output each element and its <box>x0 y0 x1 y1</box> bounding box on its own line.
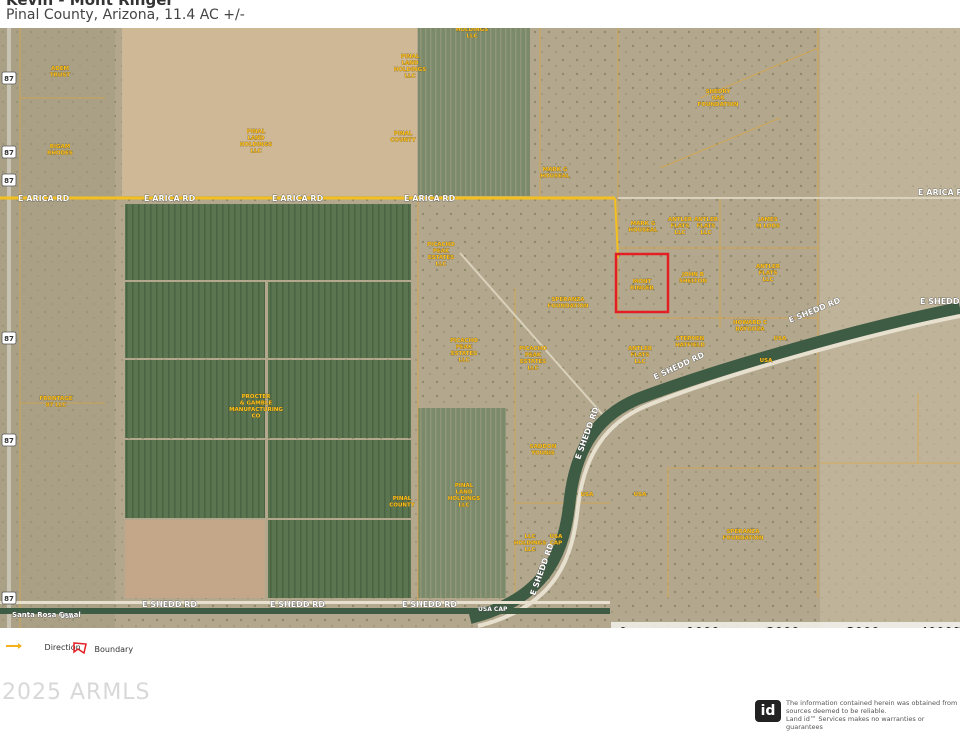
road-label-shedd-right: E SHEDD RD <box>920 297 960 306</box>
parcel-owner-label: USA CAP <box>550 534 563 547</box>
road-label-shedd-2: E SHEDD RD <box>270 600 325 609</box>
map-svg: E ARICA RD E ARICA RD E ARICA RD E ARICA… <box>0 28 960 628</box>
hwy-87-shield-4: 87 <box>1 331 17 345</box>
svg-text:87: 87 <box>4 149 14 157</box>
bare-field-north <box>122 28 417 196</box>
desert-strip-west <box>0 28 115 628</box>
parcel-owner-label: MARK G HOUSEAL <box>628 221 658 234</box>
hwy-87-shield-3: 87 <box>1 173 17 187</box>
subject-label: MONT RINGER <box>630 279 655 292</box>
parcel-owner-label: MARK G HOUSEAL <box>540 167 570 180</box>
land-id-logo-icon: id <box>755 700 781 722</box>
parcel-owner-label: USA <box>581 492 594 498</box>
parcel-owner-label: USA <box>760 358 773 364</box>
parcel-owner-label: JOHN B SHELTON <box>679 272 707 285</box>
field-north-strips <box>418 28 530 196</box>
legend-boundary: Boundary <box>72 642 133 656</box>
svg-text:87: 87 <box>4 177 14 185</box>
map-view[interactable]: E ARICA RD E ARICA RD E ARICA RD E ARICA… <box>0 28 960 628</box>
header: Kevin - Mont Ringer Pinal County, Arizon… <box>0 0 960 28</box>
parcel-owner-label: ADEM TRUST <box>50 66 70 79</box>
legend-direction: Direction <box>6 642 81 652</box>
svg-text:87: 87 <box>4 595 14 603</box>
road-label-arica-5: E ARICA RD <box>918 188 960 197</box>
svg-text:87: 87 <box>4 437 14 445</box>
parcel-owner-label: BIGAM RHODES <box>47 144 73 157</box>
road-label-shedd-3: E SHEDD RD <box>402 600 457 609</box>
disclaimer: The information contained herein was obt… <box>786 699 958 731</box>
parcel-owner-label: SPERANZA FOUNDATION <box>548 297 589 310</box>
direction-arrow-icon <box>6 642 22 652</box>
legend-boundary-label: Boundary <box>94 644 134 654</box>
hwy-87-shield-6: 87 <box>1 591 17 605</box>
canal-usa-cap-label: USA CAP <box>478 606 508 613</box>
parcel-owner-label: USA <box>774 336 787 342</box>
armls-watermark: 2025 ARMLS <box>2 680 151 705</box>
road-label-arica-2: E ARICA RD <box>144 194 196 203</box>
svg-text:87: 87 <box>4 335 14 343</box>
parcel-owner-label: SADDON YOUNIS <box>530 444 557 457</box>
hwy-87-shield-2: 87 <box>1 145 17 159</box>
parcel-owner-label: SPERANZA FOUNDATION <box>723 529 764 542</box>
svg-text:87: 87 <box>4 75 14 83</box>
parcel-owner-label: USA <box>634 492 647 498</box>
hwy-87-shield-5: 87 <box>1 433 17 447</box>
disclaimer-line-1: The information contained herein was obt… <box>786 699 958 707</box>
road-label-arica-3: E ARICA RD <box>272 194 324 203</box>
parcel-owner-label: JAMES M LOOS <box>756 217 780 230</box>
boundary-polygon-icon <box>72 642 88 656</box>
subject-parcel-label: MONT RINGER <box>630 279 654 292</box>
disclaimer-line-2: sources deemed to be reliable. <box>786 707 887 715</box>
road-label-arica-4: E ARICA RD <box>404 194 456 203</box>
disclaimer-line-3: Land id™ Services makes no warranties or… <box>786 715 925 731</box>
road-label-arica-1: E ARICA RD <box>18 194 70 203</box>
parcel-owner-label: HOWARD C BAYGOZA <box>733 320 767 333</box>
map-subtitle: Pinal County, Arizona, 11.4 AC +/- <box>6 7 245 23</box>
hwy-87-shield-1: 87 <box>1 71 17 85</box>
canal-usa-label: USA <box>60 613 74 620</box>
parcel-owner-label: STEPHEN HATFIELD <box>675 336 705 349</box>
road-label-shedd-1: E SHEDD RD <box>142 600 197 609</box>
